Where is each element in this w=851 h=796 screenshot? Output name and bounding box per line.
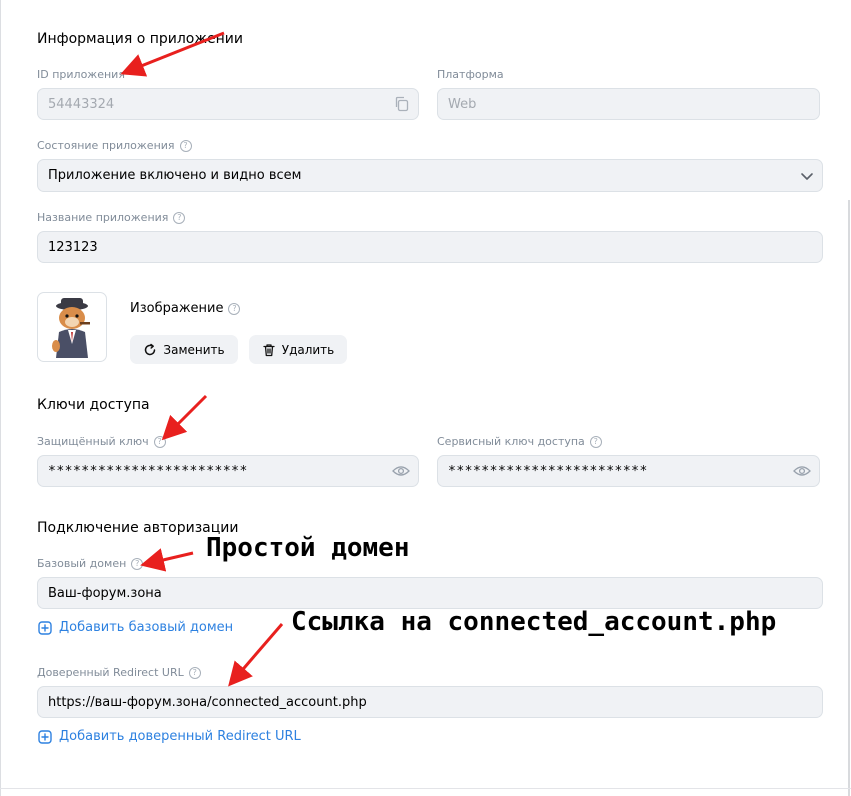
add-square-icon xyxy=(38,620,52,635)
annotation-simple-domain: Простой домен xyxy=(206,533,410,563)
delete-image-label: Удалить xyxy=(281,342,335,357)
app-id-label: ID приложения xyxy=(37,68,125,81)
help-icon[interactable]: ? xyxy=(589,435,602,448)
service-key-label-text: Сервисный ключ доступа xyxy=(437,435,585,448)
help-icon[interactable]: ? xyxy=(228,302,241,315)
platform-label-text: Платформа xyxy=(437,68,504,81)
bottom-divider xyxy=(0,788,851,789)
add-redirect-url-link[interactable]: Добавить доверенный Redirect URL xyxy=(38,729,301,744)
redirect-url-label-text: Доверенный Redirect URL xyxy=(37,666,184,679)
app-name-label: Название приложения ? xyxy=(37,211,186,224)
app-state-label-text: Состояние приложения xyxy=(37,139,175,152)
add-redirect-url-label: Добавить доверенный Redirect URL xyxy=(59,729,301,744)
redirect-url-value: https://ваш-форум.зона/connected_account… xyxy=(48,694,367,710)
trash-icon xyxy=(263,343,275,356)
app-avatar xyxy=(37,292,107,362)
secure-key-label: Защищённый ключ ? xyxy=(37,435,166,448)
add-base-domain-link[interactable]: Добавить базовый домен xyxy=(38,620,233,635)
hamster-mascot-image xyxy=(52,298,90,358)
redirect-url-input[interactable]: https://ваш-форум.зона/connected_account… xyxy=(37,686,823,718)
app-state-value: Приложение включено и видно всем xyxy=(48,168,302,183)
add-base-domain-label: Добавить базовый домен xyxy=(59,620,234,635)
app-state-select[interactable]: Приложение включено и видно всем xyxy=(37,159,823,192)
image-label-text: Изображение xyxy=(130,301,224,316)
arrow-to-secure-key xyxy=(161,394,208,441)
secure-key-field: ************************ xyxy=(37,455,419,487)
app-id-label-text: ID приложения xyxy=(37,68,125,81)
service-key-value: ************************ xyxy=(448,463,648,479)
help-icon[interactable]: ? xyxy=(188,666,201,679)
arrow-to-base-domain xyxy=(140,548,194,572)
service-key-field: ************************ xyxy=(437,455,820,487)
section-title-app-info: Информация о приложении xyxy=(37,31,243,47)
scrollbar[interactable] xyxy=(848,200,850,796)
panel-left-border xyxy=(0,0,1,796)
platform-label: Платформа xyxy=(437,68,504,81)
app-name-input[interactable]: 123123 xyxy=(37,231,823,263)
base-domain-value: Ваш-форум.зона xyxy=(48,585,162,601)
replace-image-button[interactable]: Заменить xyxy=(130,335,238,364)
help-icon[interactable]: ? xyxy=(179,139,192,152)
redirect-url-label: Доверенный Redirect URL ? xyxy=(37,666,201,679)
service-key-label: Сервисный ключ доступа ? xyxy=(437,435,602,448)
annotation-link-hint: Ссылка на connected_account.php xyxy=(291,607,777,637)
platform-field: Web xyxy=(437,88,820,120)
chevron-down-icon xyxy=(800,169,814,183)
app-state-label: Состояние приложения ? xyxy=(37,139,192,152)
app-id-field: 54443324 xyxy=(37,88,419,120)
refresh-icon xyxy=(145,343,156,355)
arrow-to-redirect-url xyxy=(228,623,284,687)
secure-key-label-text: Защищённый ключ xyxy=(37,435,149,448)
delete-image-button[interactable]: Удалить xyxy=(249,335,347,364)
secure-key-value: ************************ xyxy=(48,463,248,479)
section-title-access-keys: Ключи доступа xyxy=(37,397,150,413)
replace-image-label: Заменить xyxy=(163,342,225,357)
help-icon[interactable]: ? xyxy=(153,435,166,448)
help-icon[interactable]: ? xyxy=(173,211,186,224)
add-square-icon xyxy=(38,729,52,744)
app-name-value: 123123 xyxy=(48,239,98,255)
app-id-value: 54443324 xyxy=(48,96,115,112)
base-domain-label: Базовый домен ? xyxy=(37,557,144,570)
app-name-label-text: Название приложения xyxy=(37,211,169,224)
eye-icon[interactable] xyxy=(793,465,811,477)
image-label: Изображение ? xyxy=(130,301,241,316)
base-domain-label-text: Базовый домен xyxy=(37,557,127,570)
copy-icon[interactable] xyxy=(394,96,410,112)
eye-icon[interactable] xyxy=(392,465,410,477)
base-domain-input[interactable]: Ваш-форум.зона xyxy=(37,577,823,609)
help-icon[interactable]: ? xyxy=(131,557,144,570)
platform-value: Web xyxy=(448,96,477,112)
